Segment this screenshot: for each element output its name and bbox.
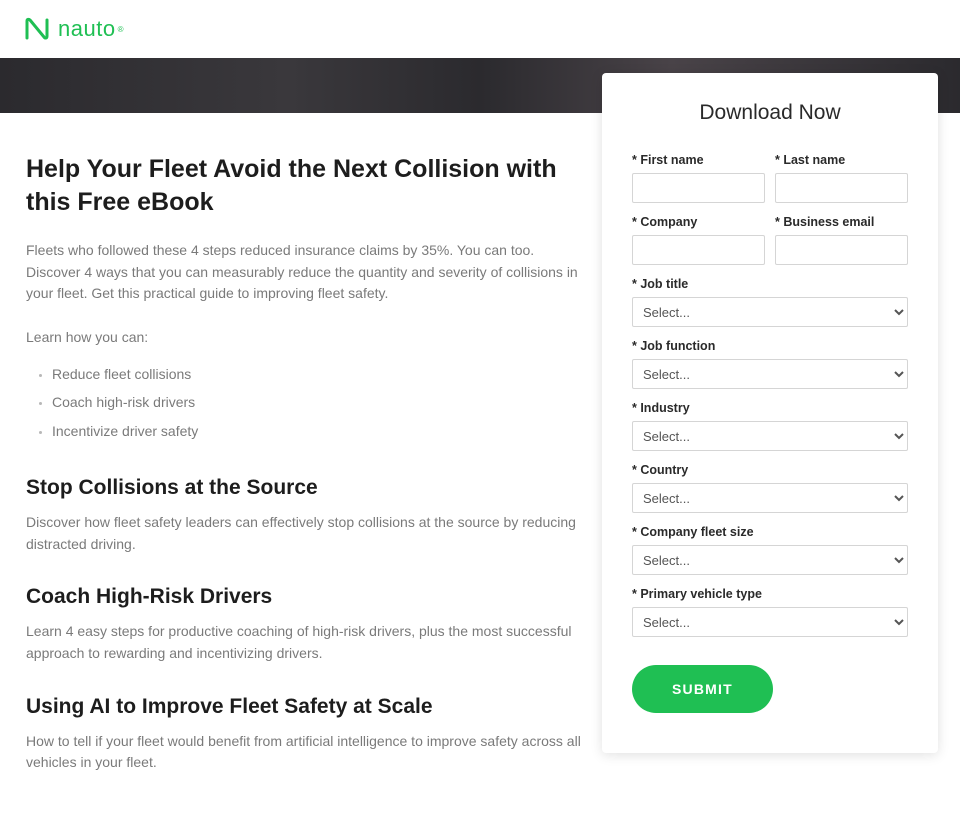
last-name-field[interactable] bbox=[775, 173, 908, 203]
section-heading: Stop Collisions at the Source bbox=[26, 476, 586, 500]
first-name-label: * First name bbox=[632, 153, 765, 167]
job-title-select[interactable]: Select... bbox=[632, 297, 908, 327]
download-form-card: Download Now * First name * Last name * … bbox=[602, 73, 938, 753]
last-name-label: * Last name bbox=[775, 153, 908, 167]
fleet-size-select[interactable]: Select... bbox=[632, 545, 908, 575]
industry-label: * Industry bbox=[632, 401, 908, 415]
job-function-label: * Job function bbox=[632, 339, 908, 353]
brand-logo[interactable]: nauto ® bbox=[24, 16, 123, 42]
list-item: Reduce fleet collisions bbox=[52, 363, 586, 385]
business-email-label: * Business email bbox=[775, 215, 908, 229]
registered-icon: ® bbox=[118, 25, 124, 34]
country-select[interactable]: Select... bbox=[632, 483, 908, 513]
section-body: Discover how fleet safety leaders can ef… bbox=[26, 512, 586, 555]
section-heading: Using AI to Improve Fleet Safety at Scal… bbox=[26, 695, 586, 719]
fleet-size-label: * Company fleet size bbox=[632, 525, 908, 539]
business-email-field[interactable] bbox=[775, 235, 908, 265]
main-content: Help Your Fleet Avoid the Next Collision… bbox=[26, 153, 586, 774]
learn-lead-in: Learn how you can: bbox=[26, 327, 586, 349]
section-coach-drivers: Coach High-Risk Drivers Learn 4 easy ste… bbox=[26, 585, 586, 664]
list-item: Coach high-risk drivers bbox=[52, 391, 586, 413]
intro-paragraph: Fleets who followed these 4 steps reduce… bbox=[26, 240, 586, 305]
list-item: Incentivize driver safety bbox=[52, 420, 586, 442]
first-name-field[interactable] bbox=[632, 173, 765, 203]
section-body: How to tell if your fleet would benefit … bbox=[26, 731, 586, 774]
logo-mark-icon bbox=[24, 16, 50, 42]
top-bar: nauto ® bbox=[0, 0, 960, 58]
section-stop-collisions: Stop Collisions at the Source Discover h… bbox=[26, 476, 586, 555]
vehicle-type-label: * Primary vehicle type bbox=[632, 587, 908, 601]
job-title-label: * Job title bbox=[632, 277, 908, 291]
section-heading: Coach High-Risk Drivers bbox=[26, 585, 586, 609]
submit-button[interactable]: SUBMIT bbox=[632, 665, 773, 713]
section-body: Learn 4 easy steps for productive coachi… bbox=[26, 621, 586, 664]
country-label: * Country bbox=[632, 463, 908, 477]
form-title: Download Now bbox=[632, 101, 908, 125]
page-title: Help Your Fleet Avoid the Next Collision… bbox=[26, 153, 586, 218]
industry-select[interactable]: Select... bbox=[632, 421, 908, 451]
company-label: * Company bbox=[632, 215, 765, 229]
job-function-select[interactable]: Select... bbox=[632, 359, 908, 389]
company-field[interactable] bbox=[632, 235, 765, 265]
brand-name: nauto bbox=[58, 16, 116, 42]
benefits-list: Reduce fleet collisions Coach high-risk … bbox=[26, 363, 586, 442]
vehicle-type-select[interactable]: Select... bbox=[632, 607, 908, 637]
section-ai-fleet-safety: Using AI to Improve Fleet Safety at Scal… bbox=[26, 695, 586, 774]
